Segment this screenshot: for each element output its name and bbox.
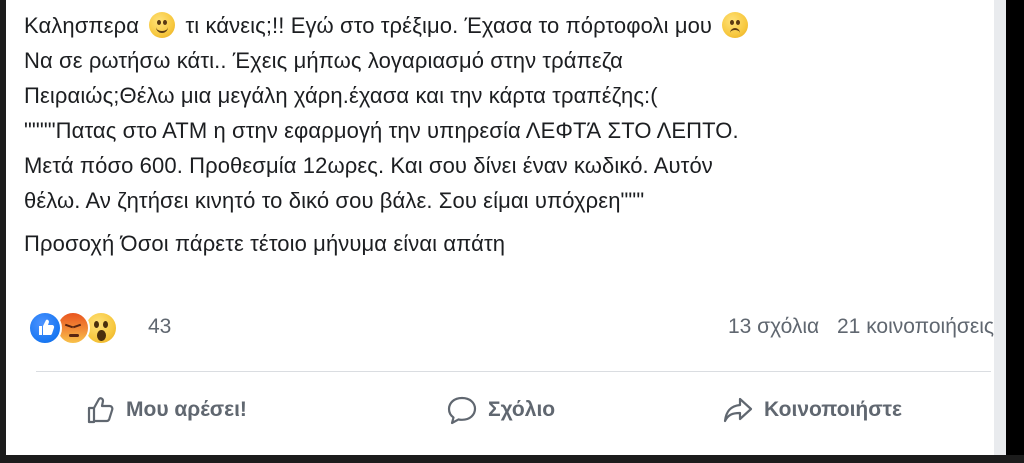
screen-border-bottom xyxy=(6,455,1024,463)
share-arrow-icon xyxy=(723,397,753,423)
post-actions-bar: Μου αρέσει! Σχόλιο Κοινοποιήστε xyxy=(36,380,991,440)
post-text-line-5: Μετά πόσο 600. Προθεσμία 12ωρες. Και σου… xyxy=(24,153,713,178)
reactions-summary: 43 13 σχόλια 21 κοινοποιήσεις xyxy=(24,311,994,351)
like-reaction-icon xyxy=(28,311,62,345)
post-text-line-1: Καλησπερα τι κάνεις;!! Εγώ στο τρέξιμο. … xyxy=(24,8,984,43)
post-body: Καλησπερα τι κάνεις;!! Εγώ στο τρέξιμο. … xyxy=(24,8,984,261)
screen-border-right xyxy=(1006,0,1024,463)
reaction-icons-group[interactable] xyxy=(28,311,148,347)
comment-button-label: Σχόλιο xyxy=(488,398,556,421)
post-warning-text: Προσοχή Όσοι πάρετε τέτοιο μήνυμα είναι … xyxy=(24,231,506,256)
page-background-edge xyxy=(994,0,1006,463)
post-text-line-4: """"Πατας στο ΑΤΜ η στην εφαρμογή την υπ… xyxy=(24,118,739,143)
facebook-post-card: Καλησπερα τι κάνεις;!! Εγώ στο τρέξιμο. … xyxy=(0,0,1024,463)
sad-face-emoji-icon xyxy=(722,12,749,38)
thumbs-up-icon xyxy=(87,397,114,424)
post-text-segment: Καλησπερα xyxy=(24,13,140,38)
post-stats: 13 σχόλια 21 κοινοποιήσεις xyxy=(728,315,994,339)
share-button[interactable]: Κοινοποιήστε xyxy=(722,390,902,430)
comments-count-link[interactable]: 13 σχόλια xyxy=(728,315,819,338)
comment-bubble-icon xyxy=(447,396,477,425)
smiling-face-emoji-icon xyxy=(149,12,176,38)
shares-count-link[interactable]: 21 κοινοποιήσεις xyxy=(837,315,994,338)
like-button-label: Μου αρέσει! xyxy=(126,398,247,421)
actions-divider xyxy=(36,371,991,372)
post-text-line-3: Πειραιώς;Θέλω μια μεγάλη χάρη.έχασα και … xyxy=(24,83,658,108)
comment-button[interactable]: Σχόλιο xyxy=(446,390,555,430)
reaction-count[interactable]: 43 xyxy=(148,315,171,339)
post-text-line-2: Να σε ρωτήσω κάτι.. Έχεις μήπως λογαριασ… xyxy=(24,48,623,73)
post-text-segment: τι κάνεις;!! Εγώ στο τρέξιμο. Έχασα το π… xyxy=(185,13,713,38)
post-text-line-6: θέλω. Αν ζητήσει κινητό το δικό σου βάλε… xyxy=(24,188,645,213)
like-button[interactable]: Μου αρέσει! xyxy=(86,390,247,430)
share-button-label: Κοινοποιήστε xyxy=(764,398,902,421)
